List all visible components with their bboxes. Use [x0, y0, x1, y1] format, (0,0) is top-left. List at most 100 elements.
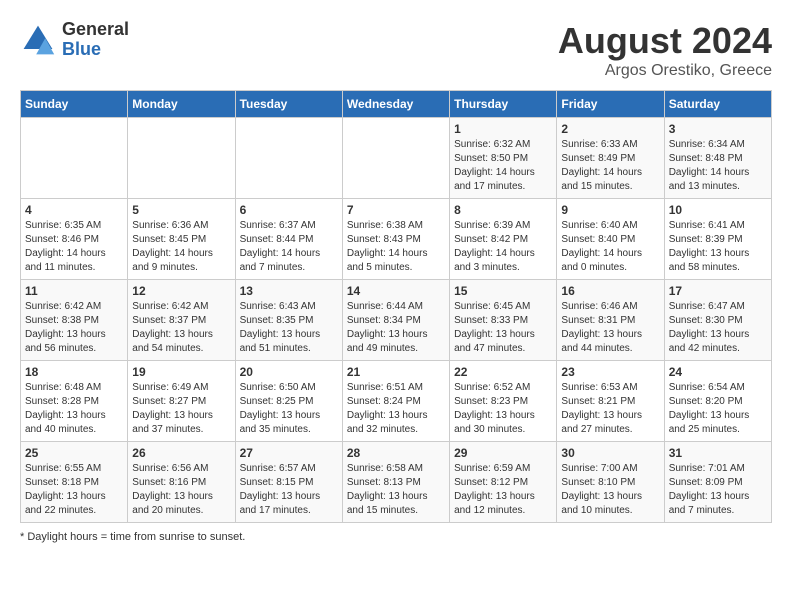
day-number: 24 [669, 365, 767, 379]
calendar-day-cell: 20 Sunrise: 6:50 AM Sunset: 8:25 PM Dayli… [235, 361, 342, 442]
calendar-day-cell: 18 Sunrise: 6:48 AM Sunset: 8:28 PM Dayli… [21, 361, 128, 442]
day-number: 20 [240, 365, 338, 379]
day-number: 30 [561, 446, 659, 460]
calendar-day-cell: 29 Sunrise: 6:59 AM Sunset: 8:12 PM Dayli… [450, 442, 557, 523]
day-number: 25 [25, 446, 123, 460]
calendar-day-cell: 9 Sunrise: 6:40 AM Sunset: 8:40 PM Daylig… [557, 199, 664, 280]
day-info: Sunrise: 7:00 AM Sunset: 8:10 PM Dayligh… [561, 462, 659, 518]
day-info: Sunrise: 6:48 AM Sunset: 8:28 PM Dayligh… [25, 381, 123, 437]
day-info: Sunrise: 6:37 AM Sunset: 8:44 PM Dayligh… [240, 219, 338, 275]
day-number: 29 [454, 446, 552, 460]
day-number: 12 [132, 284, 230, 298]
day-of-week-header: Monday [128, 91, 235, 118]
logo-general-text: General [62, 20, 129, 40]
calendar-day-cell: 11Sunrise: 6:42 AM Sunset: 8:38 PM Dayli… [21, 280, 128, 361]
calendar-day-cell: 27 Sunrise: 6:57 AM Sunset: 8:15 PM Dayli… [235, 442, 342, 523]
calendar-day-cell: 10Sunrise: 6:41 AM Sunset: 8:39 PM Dayli… [664, 199, 771, 280]
day-of-week-header: Tuesday [235, 91, 342, 118]
day-info: Sunrise: 6:51 AM Sunset: 8:24 PM Dayligh… [347, 381, 445, 437]
calendar-day-cell: 12 Sunrise: 6:42 AM Sunset: 8:37 PM Dayli… [128, 280, 235, 361]
day-info: Sunrise: 7:01 AM Sunset: 8:09 PM Dayligh… [669, 462, 767, 518]
day-of-week-header: Thursday [450, 91, 557, 118]
day-number: 9 [561, 203, 659, 217]
subtitle: Argos Orestiko, Greece [558, 62, 772, 80]
day-number: 14 [347, 284, 445, 298]
day-of-week-header: Friday [557, 91, 664, 118]
day-number: 28 [347, 446, 445, 460]
day-info: Sunrise: 6:40 AM Sunset: 8:40 PM Dayligh… [561, 219, 659, 275]
day-number: 8 [454, 203, 552, 217]
day-number: 21 [347, 365, 445, 379]
calendar-day-cell [342, 118, 449, 199]
day-number: 11 [25, 284, 123, 298]
day-info: Sunrise: 6:34 AM Sunset: 8:48 PM Dayligh… [669, 138, 767, 194]
main-title: August 2024 [558, 20, 772, 62]
calendar-day-cell: 15 Sunrise: 6:45 AM Sunset: 8:33 PM Dayli… [450, 280, 557, 361]
day-info: Sunrise: 6:43 AM Sunset: 8:35 PM Dayligh… [240, 300, 338, 356]
calendar-day-cell [128, 118, 235, 199]
logo-blue-text: Blue [62, 40, 129, 60]
day-number: 5 [132, 203, 230, 217]
calendar-day-cell: 22 Sunrise: 6:52 AM Sunset: 8:23 PM Dayli… [450, 361, 557, 442]
day-info: Sunrise: 6:49 AM Sunset: 8:27 PM Dayligh… [132, 381, 230, 437]
calendar-day-cell: 23 Sunrise: 6:53 AM Sunset: 8:21 PM Dayli… [557, 361, 664, 442]
day-info: Sunrise: 6:47 AM Sunset: 8:30 PM Dayligh… [669, 300, 767, 356]
day-info: Sunrise: 6:42 AM Sunset: 8:37 PM Dayligh… [132, 300, 230, 356]
day-info: Sunrise: 6:57 AM Sunset: 8:15 PM Dayligh… [240, 462, 338, 518]
day-of-week-header: Sunday [21, 91, 128, 118]
calendar-week-row: 18 Sunrise: 6:48 AM Sunset: 8:28 PM Dayli… [21, 361, 772, 442]
calendar-table: SundayMondayTuesdayWednesdayThursdayFrid… [20, 90, 772, 523]
title-block: August 2024 Argos Orestiko, Greece [558, 20, 772, 80]
calendar-day-cell: 3Sunrise: 6:34 AM Sunset: 8:48 PM Daylig… [664, 118, 771, 199]
day-number: 23 [561, 365, 659, 379]
day-number: 31 [669, 446, 767, 460]
day-info: Sunrise: 6:39 AM Sunset: 8:42 PM Dayligh… [454, 219, 552, 275]
day-number: 10 [669, 203, 767, 217]
calendar-day-cell: 2Sunrise: 6:33 AM Sunset: 8:49 PM Daylig… [557, 118, 664, 199]
day-number: 4 [25, 203, 123, 217]
logo: General Blue [20, 20, 129, 60]
day-number: 26 [132, 446, 230, 460]
day-info: Sunrise: 6:50 AM Sunset: 8:25 PM Dayligh… [240, 381, 338, 437]
calendar-day-cell: 14 Sunrise: 6:44 AM Sunset: 8:34 PM Dayli… [342, 280, 449, 361]
calendar-day-cell: 19Sunrise: 6:49 AM Sunset: 8:27 PM Dayli… [128, 361, 235, 442]
day-info: Sunrise: 6:56 AM Sunset: 8:16 PM Dayligh… [132, 462, 230, 518]
calendar-day-cell: 1Sunrise: 6:32 AM Sunset: 8:50 PM Daylig… [450, 118, 557, 199]
day-info: Sunrise: 6:58 AM Sunset: 8:13 PM Dayligh… [347, 462, 445, 518]
day-info: Sunrise: 6:35 AM Sunset: 8:46 PM Dayligh… [25, 219, 123, 275]
calendar-week-row: 11Sunrise: 6:42 AM Sunset: 8:38 PM Dayli… [21, 280, 772, 361]
day-number: 16 [561, 284, 659, 298]
day-info: Sunrise: 6:53 AM Sunset: 8:21 PM Dayligh… [561, 381, 659, 437]
day-info: Sunrise: 6:38 AM Sunset: 8:43 PM Dayligh… [347, 219, 445, 275]
calendar-day-cell: 31 Sunrise: 7:01 AM Sunset: 8:09 PM Dayli… [664, 442, 771, 523]
day-info: Sunrise: 6:45 AM Sunset: 8:33 PM Dayligh… [454, 300, 552, 356]
day-number: 6 [240, 203, 338, 217]
day-number: 18 [25, 365, 123, 379]
calendar-day-cell: 25Sunrise: 6:55 AM Sunset: 8:18 PM Dayli… [21, 442, 128, 523]
day-info: Sunrise: 6:54 AM Sunset: 8:20 PM Dayligh… [669, 381, 767, 437]
day-number: 15 [454, 284, 552, 298]
footer-note: * Daylight hours = time from sunrise to … [20, 531, 772, 543]
calendar-day-cell: 6 Sunrise: 6:37 AM Sunset: 8:44 PM Daylig… [235, 199, 342, 280]
calendar-header-row: SundayMondayTuesdayWednesdayThursdayFrid… [21, 91, 772, 118]
day-number: 22 [454, 365, 552, 379]
day-info: Sunrise: 6:59 AM Sunset: 8:12 PM Dayligh… [454, 462, 552, 518]
calendar-day-cell: 4 Sunrise: 6:35 AM Sunset: 8:46 PM Daylig… [21, 199, 128, 280]
calendar-day-cell: 5 Sunrise: 6:36 AM Sunset: 8:45 PM Daylig… [128, 199, 235, 280]
calendar-day-cell: 7 Sunrise: 6:38 AM Sunset: 8:43 PM Daylig… [342, 199, 449, 280]
day-info: Sunrise: 6:36 AM Sunset: 8:45 PM Dayligh… [132, 219, 230, 275]
footer-note-text: Daylight hours [27, 531, 97, 543]
day-number: 7 [347, 203, 445, 217]
day-info: Sunrise: 6:44 AM Sunset: 8:34 PM Dayligh… [347, 300, 445, 356]
logo-icon [20, 22, 56, 58]
day-number: 27 [240, 446, 338, 460]
day-info: Sunrise: 6:33 AM Sunset: 8:49 PM Dayligh… [561, 138, 659, 194]
calendar-day-cell [21, 118, 128, 199]
calendar-day-cell [235, 118, 342, 199]
calendar-day-cell: 24 Sunrise: 6:54 AM Sunset: 8:20 PM Dayli… [664, 361, 771, 442]
day-info: Sunrise: 6:52 AM Sunset: 8:23 PM Dayligh… [454, 381, 552, 437]
calendar-day-cell: 26 Sunrise: 6:56 AM Sunset: 8:16 PM Dayli… [128, 442, 235, 523]
calendar-week-row: 4 Sunrise: 6:35 AM Sunset: 8:46 PM Daylig… [21, 199, 772, 280]
logo-text: General Blue [62, 20, 129, 60]
day-of-week-header: Wednesday [342, 91, 449, 118]
